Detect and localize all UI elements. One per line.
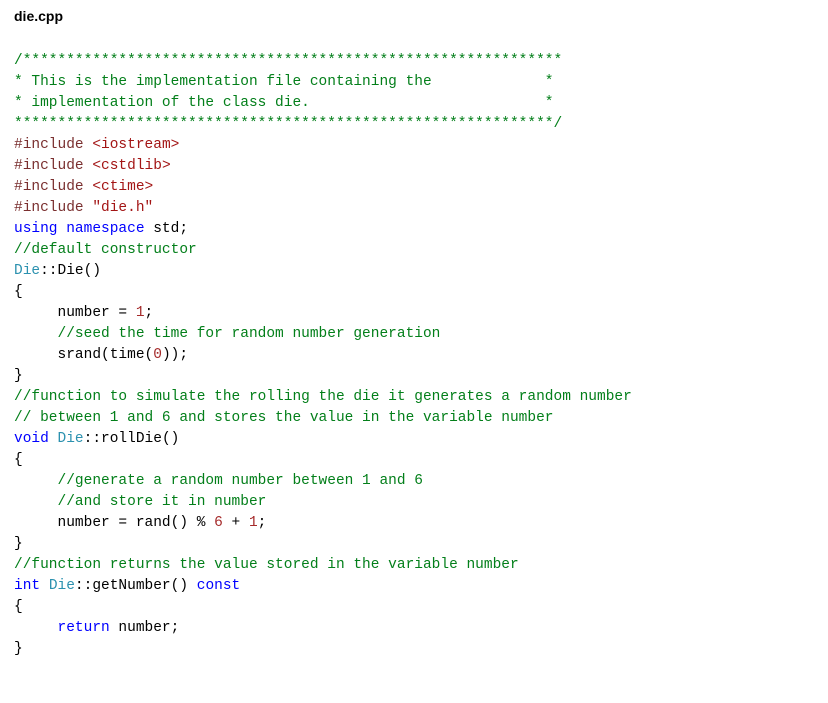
ctor-name: ::Die()	[40, 263, 101, 279]
include-keyword: #include	[14, 137, 92, 153]
include-header: "die.h"	[92, 200, 153, 216]
comment-header-line3: * implementation of the class die. *	[14, 95, 554, 111]
brace-close: }	[14, 368, 23, 384]
filename-label: die.cpp	[14, 8, 814, 24]
brace-open: {	[14, 599, 23, 615]
semicolon: ;	[258, 515, 267, 531]
comment-header-line2: * This is the implementation file contai…	[14, 74, 554, 90]
return-var: number	[110, 620, 171, 636]
include-header: <cstdlib>	[92, 158, 170, 174]
void-keyword: void	[14, 431, 58, 447]
method-name: ::rollDie()	[84, 431, 180, 447]
include-keyword: #include	[14, 158, 92, 174]
comment-seed: //seed the time for random number genera…	[14, 326, 440, 342]
number-literal: 1	[136, 305, 145, 321]
brace-close: }	[14, 536, 23, 552]
method-name: ::getNumber()	[75, 578, 197, 594]
assign-lhs: number =	[58, 305, 136, 321]
plus-op: +	[223, 515, 249, 531]
return-keyword: return	[14, 620, 110, 636]
using-keyword: using namespace	[14, 221, 145, 237]
semicolon: ;	[179, 221, 188, 237]
indent	[14, 305, 58, 321]
srand-call: srand(time(	[14, 347, 153, 363]
semicolon: ;	[171, 620, 180, 636]
int-keyword: int	[14, 578, 49, 594]
class-name: Die	[14, 263, 40, 279]
include-header: <ctime>	[92, 179, 153, 195]
const-keyword: const	[197, 578, 241, 594]
comment-getnumber: //function returns the value stored in t…	[14, 557, 519, 573]
number-literal: 0	[153, 347, 162, 363]
include-keyword: #include	[14, 200, 92, 216]
namespace-name: std	[145, 221, 180, 237]
class-name: Die	[49, 578, 75, 594]
comment-roll-line1: //function to simulate the rolling the d…	[14, 389, 632, 405]
comment-default-ctor: //default constructor	[14, 242, 197, 258]
document-container: die.cpp /*******************************…	[0, 0, 828, 668]
comment-generate-line2: //and store it in number	[14, 494, 266, 510]
class-name: Die	[58, 431, 84, 447]
comment-header-line1: /***************************************…	[14, 53, 562, 69]
srand-end: ));	[162, 347, 188, 363]
brace-open: {	[14, 452, 23, 468]
comment-generate-line1: //generate a random number between 1 and…	[14, 473, 423, 489]
brace-close: }	[14, 641, 23, 657]
comment-header-line4: ****************************************…	[14, 116, 562, 132]
include-keyword: #include	[14, 179, 92, 195]
code-block: /***************************************…	[14, 30, 814, 660]
number-literal: 6	[214, 515, 223, 531]
comment-roll-line2: // between 1 and 6 and stores the value …	[14, 410, 554, 426]
include-header: <iostream>	[92, 137, 179, 153]
semicolon: ;	[145, 305, 154, 321]
brace-open: {	[14, 284, 23, 300]
rand-line-a: number = rand() %	[14, 515, 214, 531]
number-literal: 1	[249, 515, 258, 531]
